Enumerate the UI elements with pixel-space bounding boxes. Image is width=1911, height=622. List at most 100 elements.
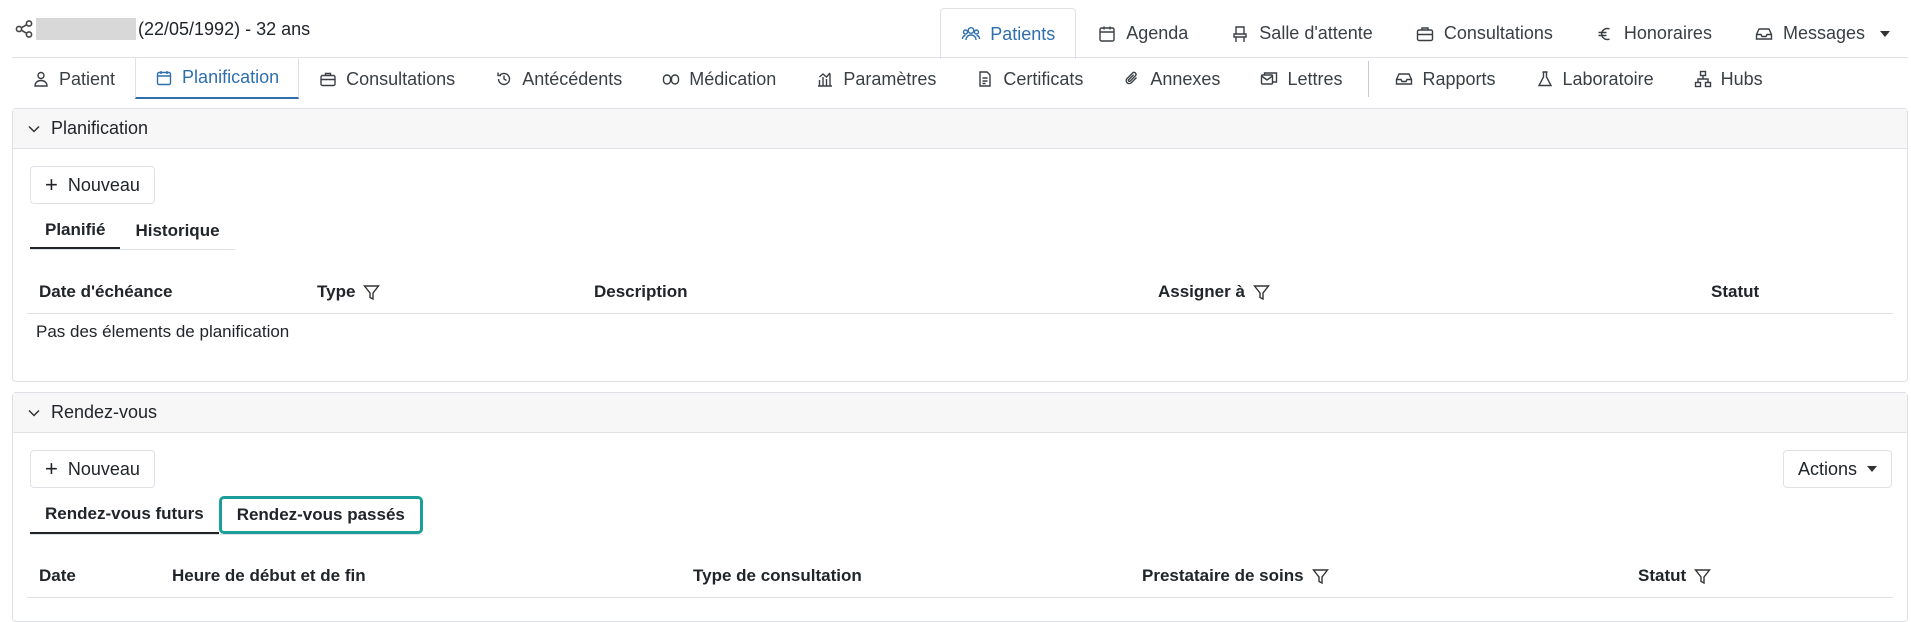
inbox-icon xyxy=(1395,70,1413,88)
empty-state-message: Pas des élements de planification xyxy=(36,322,290,341)
column-header[interactable]: Type xyxy=(317,270,381,314)
plus-icon: + xyxy=(45,456,58,481)
column-header[interactable]: Type de consultation xyxy=(693,554,862,598)
column-header[interactable]: Heure de début et de fin xyxy=(172,554,366,598)
network-icon xyxy=(1694,70,1712,88)
subtab-lettres[interactable]: Lettres xyxy=(1240,58,1362,99)
users-icon xyxy=(961,24,981,44)
new-rendezvous-button[interactable]: + Nouveau xyxy=(30,450,155,488)
subtab-label: Rapports xyxy=(1422,68,1496,89)
rendezvous-header[interactable]: Rendez-vous xyxy=(13,393,1907,433)
paperclip-icon xyxy=(1123,70,1141,88)
subtab-label: Antécédents xyxy=(522,68,623,89)
filter-icon[interactable] xyxy=(1694,568,1712,585)
button-label: Actions xyxy=(1797,458,1857,479)
rendezvous-panel: Rendez-vous + Nouveau Actions Rendez-vou… xyxy=(12,392,1908,622)
letters-icon xyxy=(1260,70,1278,88)
briefcase-icon xyxy=(1415,24,1435,44)
top-bar: (22/05/1992) - 32 ans Patients Agenda Sa… xyxy=(0,0,1911,60)
share-icon[interactable] xyxy=(14,19,34,39)
subtab-medication[interactable]: Médication xyxy=(642,58,796,99)
patient-subnav: Patient Planification Consultations Anté… xyxy=(12,57,1908,99)
tab-rendezvous-passes[interactable]: Rendez-vous passés xyxy=(218,496,423,534)
subtab-certificats[interactable]: Certificats xyxy=(956,58,1103,99)
subtab-annexes[interactable]: Annexes xyxy=(1103,58,1240,99)
chart-icon xyxy=(816,70,834,88)
rendezvous-table-header: Date Heure de début et de fin Type de co… xyxy=(27,554,1893,598)
column-header[interactable]: Assigner à xyxy=(1158,270,1270,314)
button-label: Nouveau xyxy=(67,174,140,195)
tab-label: Honoraires xyxy=(1623,23,1712,43)
column-header[interactable]: Prestataire de soins xyxy=(1142,554,1329,598)
column-header[interactable]: Statut xyxy=(1711,270,1759,314)
planification-table-header: Date d'échéance Type Description Assigne… xyxy=(27,270,1893,314)
planification-header[interactable]: Planification xyxy=(13,109,1907,149)
chevron-down-icon xyxy=(1867,466,1877,472)
tab-honoraires[interactable]: Honoraires xyxy=(1574,8,1733,58)
patient-name-redacted xyxy=(36,18,136,40)
tab-salle-attente[interactable]: Salle d'attente xyxy=(1209,8,1394,58)
subtab-patient[interactable]: Patient xyxy=(12,58,135,99)
tab-agenda[interactable]: Agenda xyxy=(1076,8,1209,58)
subtab-label: Hubs xyxy=(1720,68,1763,89)
chevron-down-icon[interactable] xyxy=(27,122,41,136)
filter-icon[interactable] xyxy=(1252,284,1270,301)
nav-divider xyxy=(1368,61,1370,97)
column-header[interactable]: Date xyxy=(39,554,76,598)
subtab-laboratoire[interactable]: Laboratoire xyxy=(1516,58,1674,99)
chevron-down-icon[interactable] xyxy=(27,406,41,420)
tab-label: Patients xyxy=(990,23,1056,44)
column-header[interactable]: Date d'échéance xyxy=(39,270,173,314)
main-nav: Patients Agenda Salle d'attente Consulta… xyxy=(940,8,1911,60)
subtab-rapports[interactable]: Rapports xyxy=(1375,58,1515,99)
pill-icon xyxy=(662,70,680,88)
subtab-label: Lettres xyxy=(1287,68,1343,89)
subtab-label: Médication xyxy=(689,68,777,89)
planification-tabs: Planifié Historique xyxy=(30,213,235,250)
patient-age: (22/05/1992) - 32 ans xyxy=(138,19,311,39)
tab-messages[interactable]: Messages xyxy=(1733,8,1911,58)
inbox-icon xyxy=(1754,24,1774,44)
filter-icon[interactable] xyxy=(1311,568,1329,585)
planification-panel: Planification + Nouveau Planifié Histori… xyxy=(12,108,1908,382)
tab-patients[interactable]: Patients xyxy=(940,8,1077,59)
actions-dropdown[interactable]: Actions xyxy=(1782,450,1892,488)
subtab-label: Planification xyxy=(182,67,280,87)
person-icon xyxy=(32,70,50,88)
tab-consultations[interactable]: Consultations xyxy=(1394,8,1574,58)
subtab-parametres[interactable]: Paramètres xyxy=(796,58,956,99)
document-icon xyxy=(976,70,994,88)
history-icon xyxy=(495,70,513,88)
tab-label: Messages xyxy=(1782,23,1865,43)
subtab-label: Certificats xyxy=(1003,68,1084,89)
chair-icon xyxy=(1230,24,1250,44)
subtab-hubs[interactable]: Hubs xyxy=(1674,58,1783,99)
button-label: Nouveau xyxy=(67,458,140,479)
chevron-down-icon xyxy=(1880,30,1890,37)
column-header[interactable]: Statut xyxy=(1638,554,1712,598)
subtab-label: Consultations xyxy=(346,68,456,89)
briefcase-icon xyxy=(319,70,337,88)
subtab-label: Paramètres xyxy=(843,68,937,89)
flask-icon xyxy=(1536,70,1554,88)
subtab-label: Patient xyxy=(59,68,116,89)
tab-planifie[interactable]: Planifié xyxy=(30,213,121,249)
panel-title: Rendez-vous xyxy=(51,402,158,422)
rendezvous-tabs: Rendez-vous futurs Rendez-vous passés xyxy=(30,496,423,535)
tab-label: Agenda xyxy=(1126,23,1189,43)
tab-historique[interactable]: Historique xyxy=(120,213,234,249)
subtab-label: Laboratoire xyxy=(1562,68,1654,89)
plus-icon: + xyxy=(45,172,58,197)
tab-rendezvous-futurs[interactable]: Rendez-vous futurs xyxy=(30,496,219,534)
panel-title: Planification xyxy=(51,118,149,138)
calendar-icon xyxy=(155,69,173,87)
new-planification-button[interactable]: + Nouveau xyxy=(30,166,155,204)
tab-label: Salle d'attente xyxy=(1259,23,1373,43)
calendar-icon xyxy=(1097,24,1117,44)
column-header[interactable]: Description xyxy=(594,270,688,314)
subtab-planification[interactable]: Planification xyxy=(135,58,300,99)
subtab-consultations[interactable]: Consultations xyxy=(299,58,475,99)
filter-icon[interactable] xyxy=(363,284,381,301)
subtab-antecedents[interactable]: Antécédents xyxy=(475,58,642,99)
tab-label: Consultations xyxy=(1443,23,1553,43)
